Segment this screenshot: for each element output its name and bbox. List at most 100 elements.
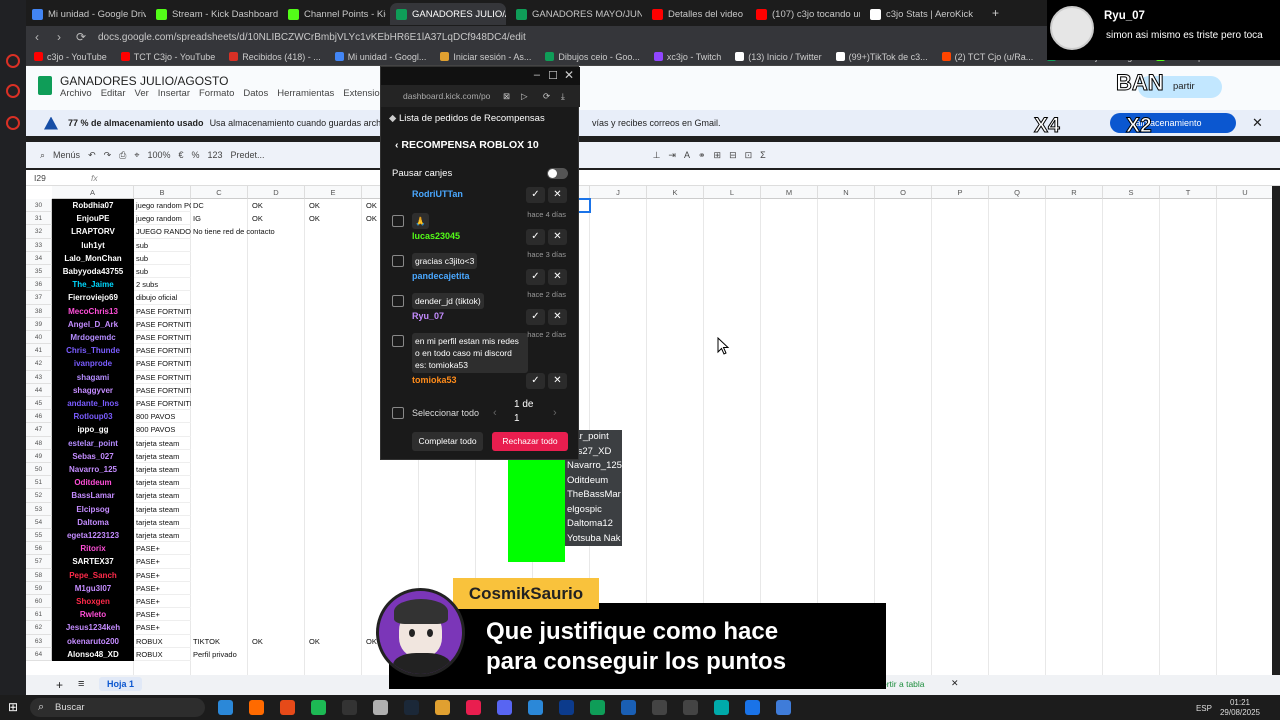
row-header[interactable]: 38 <box>26 304 52 318</box>
row-header[interactable]: 33 <box>26 238 52 252</box>
winner-name-cell[interactable]: EnjouPE <box>52 212 134 226</box>
browser-tab[interactable]: Stream - Kick Dashboard <box>150 3 278 25</box>
approve-button[interactable]: ✓ <box>526 373 545 389</box>
taskbar-app-icon[interactable] <box>683 700 698 715</box>
menu-item[interactable]: Herramientas <box>277 88 334 99</box>
prize-cell[interactable]: 800 PAVOS <box>134 410 191 424</box>
all-sheets-icon[interactable]: ≡ <box>78 678 84 690</box>
browser-tab[interactable]: c3jo Stats | AeroKick <box>864 3 980 25</box>
row-header[interactable]: 53 <box>26 502 52 516</box>
paint-format-icon[interactable]: ⌖ <box>134 150 139 161</box>
bookmark-item[interactable]: TCT C3jo - YouTube <box>120 52 215 62</box>
reject-all-button[interactable]: Rechazar todo <box>492 432 568 451</box>
prize-cell[interactable]: PASE+ <box>134 608 191 622</box>
winner-name-cell[interactable]: Oditdeum <box>52 476 134 490</box>
row-header[interactable]: 45 <box>26 397 52 411</box>
row-header[interactable]: 32 <box>26 225 52 239</box>
select-all-checkbox[interactable] <box>392 407 404 419</box>
winner-name-cell[interactable]: The_Jaime <box>52 278 134 292</box>
winner-name-cell[interactable]: BassLamar <box>52 489 134 503</box>
forward-icon[interactable]: › <box>48 30 70 44</box>
prize-cell[interactable]: dibujo oficial <box>134 291 191 305</box>
next-page-icon[interactable]: › <box>553 407 557 419</box>
winner-name-cell[interactable]: Navarro_125 <box>52 463 134 477</box>
prize-cell[interactable]: tarjeta steam <box>134 503 191 516</box>
prize-cell[interactable]: tarjeta steam <box>134 476 191 490</box>
complete-all-button[interactable]: Completar todo <box>412 432 483 451</box>
reject-button[interactable]: ✕ <box>548 187 567 203</box>
winner-name-cell[interactable]: luh1yt <box>52 238 134 252</box>
taskbar-app-icon[interactable] <box>652 700 667 715</box>
browser-tab[interactable]: Channel Points - Kick Da <box>282 3 386 25</box>
prize-cell[interactable]: PASE FORTNITE <box>134 397 191 411</box>
reject-button[interactable]: ✕ <box>548 229 567 245</box>
winner-name-cell[interactable]: Ritorix <box>52 542 134 556</box>
close-icon[interactable]: ✕ <box>951 678 959 689</box>
maximize-icon[interactable]: ☐ <box>548 69 558 82</box>
search-icon[interactable]: ⌕ <box>40 150 45 161</box>
prize-cell[interactable]: PASE+ <box>134 569 191 582</box>
winner-name-cell[interactable]: Chris_Thunde <box>52 344 134 358</box>
pause-toggle[interactable] <box>547 168 568 179</box>
bookmark-item[interactable]: Dibujos ceio - Goo... <box>545 52 640 62</box>
row-header[interactable]: 44 <box>26 383 52 397</box>
prize-cell[interactable]: PASE+ <box>134 555 191 569</box>
data-cell[interactable]: OK <box>366 199 377 212</box>
row-header[interactable]: 36 <box>26 278 52 292</box>
winner-name-cell[interactable]: Daltoma <box>52 515 134 529</box>
reject-button[interactable]: ✕ <box>548 269 567 285</box>
convert-table[interactable]: ertir a tabla <box>882 679 925 689</box>
text-color-icon[interactable]: A <box>684 150 690 160</box>
data-cell[interactable]: OK <box>252 635 263 648</box>
menu-item[interactable]: Archivo <box>60 88 92 99</box>
approve-button[interactable]: ✓ <box>526 229 545 245</box>
bookmark-item[interactable]: Iniciar sesión - As... <box>440 52 531 62</box>
download-icon[interactable]: ⤓ <box>561 91 565 102</box>
taskbar-app-icon[interactable] <box>373 700 388 715</box>
winner-name-cell[interactable]: Rotloup03 <box>52 410 134 424</box>
data-cell[interactable]: DC <box>193 199 204 212</box>
row-header[interactable]: 51 <box>26 476 52 490</box>
align-icon[interactable]: ⊥ <box>653 150 661 161</box>
row-header[interactable]: 30 <box>26 199 52 213</box>
bookmark-item[interactable]: Recibidos (418) - ... <box>229 52 321 62</box>
sheet-tab[interactable]: Hoja 1 <box>99 677 143 691</box>
taskbar-app-icon[interactable] <box>435 700 450 715</box>
menu-item[interactable]: Datos <box>243 88 268 99</box>
bookmark-item[interactable]: (99+)TikTok de c3... <box>835 52 928 62</box>
prize-cell[interactable]: PASE FORTNITE <box>134 318 191 331</box>
winner-name-cell[interactable]: Lalo_MonChan <box>52 251 134 265</box>
row-header[interactable]: 42 <box>26 357 52 371</box>
side-icon[interactable] <box>6 54 20 68</box>
winners-list-item[interactable]: Navarro_125 <box>565 459 622 474</box>
row-header[interactable]: 35 <box>26 265 52 279</box>
row-header[interactable]: 62 <box>26 621 52 635</box>
bookmark-item[interactable]: (2) TCT Cjo (u/Ra... <box>941 52 1033 62</box>
winner-name-cell[interactable]: Rwleto <box>52 608 134 622</box>
row-header[interactable]: 39 <box>26 317 52 331</box>
row-header[interactable]: 60 <box>26 595 52 609</box>
url-field[interactable]: docs.google.com/spreadsheets/d/10NLIBCZW… <box>98 32 526 43</box>
prize-cell[interactable]: 2 subs <box>134 278 191 292</box>
prize-cell[interactable]: PASE+ <box>134 582 191 595</box>
taskbar-app-icon[interactable] <box>745 700 760 715</box>
clock[interactable]: 01:21 29/08/2025 <box>1220 698 1260 718</box>
column-header[interactable]: M <box>761 186 818 199</box>
menu-item[interactable]: Formato <box>199 88 234 99</box>
prize-cell[interactable]: tarjeta steam <box>134 437 191 450</box>
chart-icon[interactable]: ⊟ <box>729 150 737 161</box>
row-header[interactable]: 43 <box>26 370 52 384</box>
back-arrow-icon[interactable]: ‹ <box>395 139 399 151</box>
reward-title[interactable]: ‹ RECOMPENSA ROBLOX 10 <box>395 139 539 151</box>
font-select[interactable]: Predet... <box>231 150 265 160</box>
comment-icon[interactable]: ⊞ <box>714 150 722 161</box>
filter-icon[interactable]: ⊡ <box>745 150 753 161</box>
prize-cell[interactable]: tarjeta steam <box>134 463 191 477</box>
reject-button[interactable]: ✕ <box>548 373 567 389</box>
approve-button[interactable]: ✓ <box>526 269 545 285</box>
winner-name-cell[interactable]: SARTEX37 <box>52 555 134 569</box>
row-header[interactable]: 58 <box>26 568 52 582</box>
column-header[interactable]: K <box>647 186 704 199</box>
taskbar-app-icon[interactable] <box>528 700 543 715</box>
row-header[interactable]: 50 <box>26 463 52 477</box>
